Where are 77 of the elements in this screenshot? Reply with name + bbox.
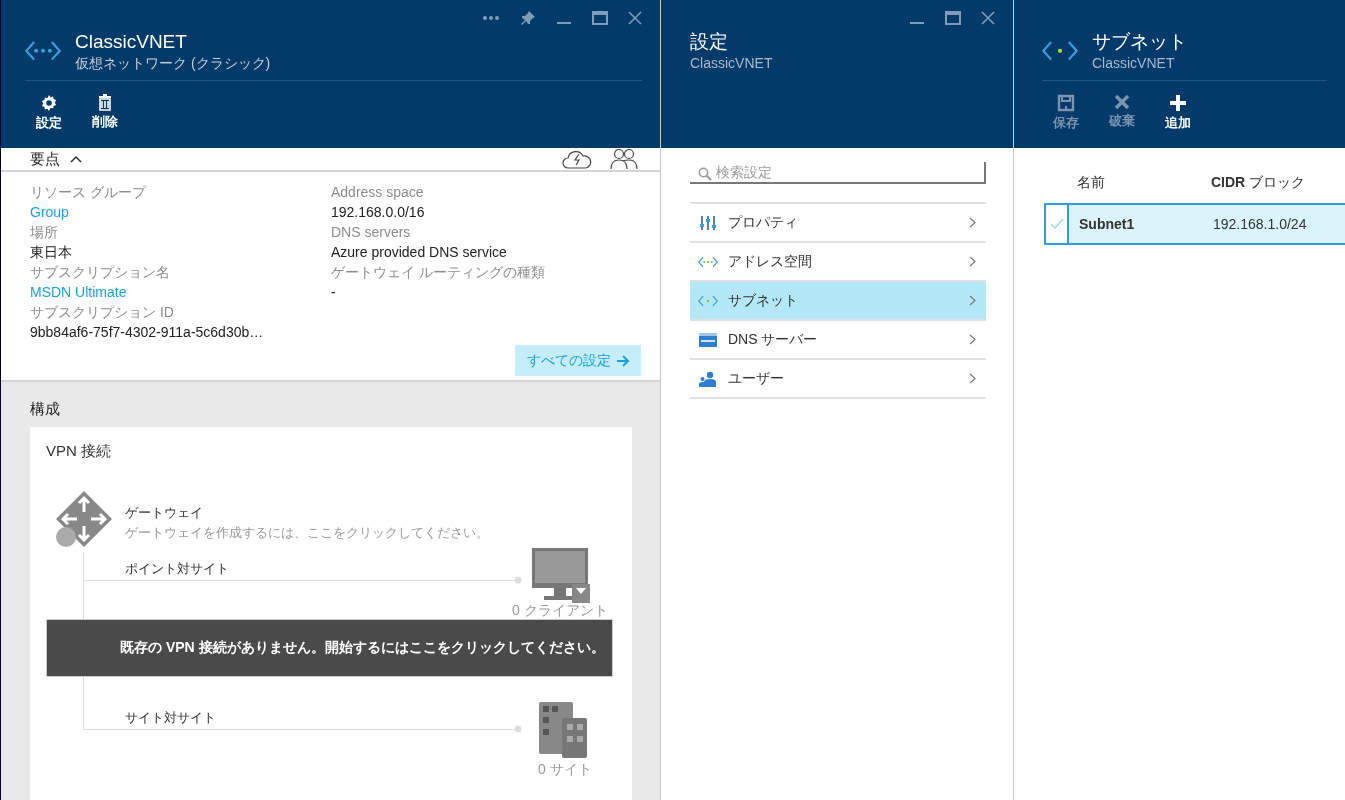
field-label: ゲートウェイ ルーティングの種類 (331, 263, 546, 282)
table-row[interactable]: Subnet1 192.168.1.0/24 (1044, 203, 1345, 245)
network-icon (25, 40, 61, 62)
building-icon (539, 702, 587, 758)
item-label: ユーザー (728, 369, 784, 388)
chevron-up-icon[interactable] (70, 155, 82, 163)
field-label: 場所 (30, 223, 59, 242)
chevron-right-icon (969, 295, 976, 306)
pin-icon[interactable] (520, 10, 536, 26)
column-header: 名前 (1077, 174, 1106, 192)
client-count: 0 クライアント (512, 602, 608, 620)
chevron-right-icon (969, 217, 976, 228)
column-header: CIDR ブロック (1211, 174, 1306, 192)
blade-title: 設定 (690, 30, 729, 54)
blade-title: ClassicVNET (75, 30, 188, 54)
more-icon[interactable] (482, 15, 500, 21)
maximize-icon[interactable] (592, 11, 608, 25)
chevron-right-icon (969, 334, 976, 345)
connection-label: サイト対サイト (125, 709, 216, 727)
blade-subtitle: ClassicVNET (1092, 54, 1176, 72)
section-title: 要点 (30, 149, 60, 169)
arrow-right-icon (617, 354, 630, 367)
monitor-icon (532, 548, 590, 603)
browser-window-icon (699, 332, 717, 347)
add-button[interactable]: 追加 (1159, 94, 1197, 132)
field-label: DNS servers (331, 223, 412, 242)
network-icon (1042, 40, 1078, 62)
gateway-title: ゲートウェイ (125, 504, 203, 522)
gear-icon (40, 94, 58, 112)
field-label: サブスクリプション ID (30, 303, 175, 322)
search-icon (698, 167, 712, 181)
blade-subtitle: 仮想ネットワーク (クラシック) (75, 54, 271, 72)
card-title: VPN 接続 (46, 442, 111, 461)
x-icon (1114, 94, 1130, 110)
field-value: Azure provided DNS service (331, 243, 508, 262)
sliders-icon (700, 214, 716, 231)
field-value: 9bb84af6-75f7-4302-911a-5c6d30b… (30, 323, 265, 342)
chevron-right-icon (969, 373, 976, 384)
settings-item[interactable]: ユーザー (690, 358, 986, 399)
item-label: サブネット (728, 291, 798, 310)
field-value: - (331, 283, 337, 302)
blade-subtitle: ClassicVNET (690, 54, 773, 72)
table-cell: 192.168.1.0/24 (1213, 216, 1307, 232)
field-label: Address space (331, 183, 425, 202)
field-label: サブスクリプション名 (30, 263, 171, 282)
settings-item[interactable]: サブネット (690, 280, 986, 319)
close-icon[interactable] (628, 11, 642, 25)
users-icon[interactable] (610, 148, 638, 170)
settings-item[interactable]: DNS サーバー (690, 319, 986, 358)
section-title: 構成 (30, 400, 61, 419)
close-icon[interactable] (981, 11, 995, 25)
plus-icon (1169, 94, 1187, 112)
table-cell-text: Subnet1 (1078, 216, 1136, 232)
settings-item[interactable]: プロパティ (690, 202, 986, 241)
delete-button[interactable]: 削除 (86, 94, 124, 132)
connection-label: ポイント対サイト (125, 560, 229, 578)
field-label: リソース グループ (30, 183, 148, 202)
item-label: プロパティ (728, 213, 798, 232)
site-count: 0 サイト (538, 761, 592, 779)
network-icon (698, 255, 718, 268)
no-vpn-banner[interactable]: 既存の VPN 接続がありません。開始するにはここをクリックしてください。 (46, 619, 613, 677)
router-icon[interactable] (55, 490, 113, 548)
users-icon (699, 370, 717, 387)
cloud-icon[interactable] (562, 149, 592, 169)
network-icon (698, 294, 718, 307)
field-value: 東日本 (30, 243, 73, 262)
save-icon (1057, 94, 1075, 112)
item-label: DNS サーバー (728, 330, 818, 349)
chevron-right-icon (969, 256, 976, 267)
trash-icon (98, 94, 112, 111)
item-label: アドレス空間 (728, 252, 812, 271)
settings-button[interactable]: 設定 (30, 94, 68, 132)
maximize-icon[interactable] (945, 11, 961, 25)
check-icon (1049, 218, 1064, 230)
blade-title: サブネット (1092, 30, 1187, 54)
search-field[interactable]: 検索設定 (690, 162, 986, 184)
field-value: 192.168.0.0/16 (331, 203, 426, 222)
